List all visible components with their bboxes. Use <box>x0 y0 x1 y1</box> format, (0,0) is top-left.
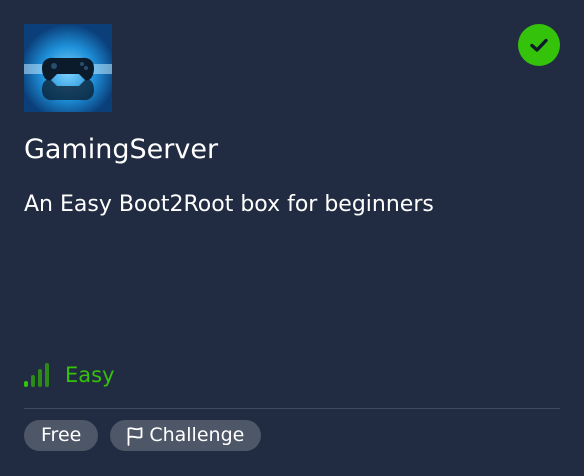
divider <box>24 408 560 409</box>
tag-free[interactable]: Free <box>24 420 99 451</box>
room-card[interactable]: GamingServer An Easy Boot2Root box for b… <box>0 0 584 476</box>
gamepad-image <box>24 24 112 112</box>
tag-challenge[interactable]: Challenge <box>110 420 262 451</box>
tag-label: Challenge <box>149 424 245 446</box>
tag-list: Free Challenge <box>24 420 273 451</box>
tag-label: Free <box>41 424 82 446</box>
room-title[interactable]: GamingServer <box>24 130 218 170</box>
room-thumbnail <box>24 24 112 112</box>
completed-check-icon <box>518 24 560 66</box>
flag-icon <box>126 426 144 446</box>
signal-bars-icon <box>24 363 54 387</box>
difficulty-indicator: Easy <box>24 360 115 390</box>
difficulty-label: Easy <box>65 363 115 387</box>
room-description: An Easy Boot2Root box for beginners <box>24 192 434 217</box>
